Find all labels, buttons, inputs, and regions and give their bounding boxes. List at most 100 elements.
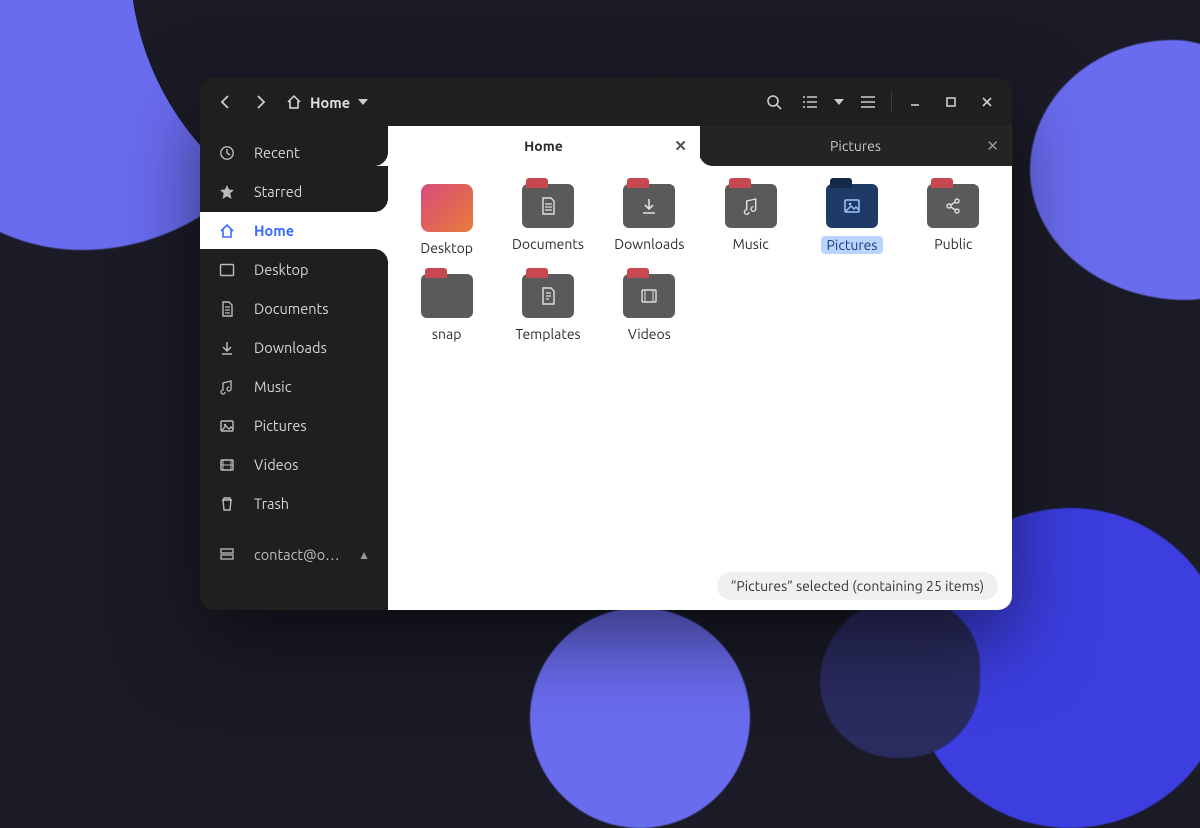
chevron-right-icon: [256, 95, 266, 109]
sidebar-item-label: Pictures: [254, 417, 307, 434]
trash-icon: [218, 496, 236, 512]
file-label: Pictures: [821, 236, 884, 254]
forward-button[interactable]: [244, 85, 278, 119]
server-icon: [218, 547, 236, 563]
sidebar: Recent Starred Home Desktop Documents Do…: [200, 126, 388, 610]
file-label: Documents: [512, 236, 584, 252]
path-bar[interactable]: Home: [280, 94, 374, 111]
background-blob: [530, 608, 750, 828]
minimize-button[interactable]: [898, 85, 932, 119]
sidebar-item-label: Documents: [254, 300, 329, 317]
main-column: Home ✕ Pictures ✕ Desktop Documents Downlo…: [388, 126, 1012, 610]
folder-icon: [421, 274, 473, 318]
sidebar-item-desktop[interactable]: Desktop: [200, 251, 388, 288]
background-blob: [1030, 40, 1200, 300]
tab-home[interactable]: Home ✕: [388, 126, 700, 166]
maximize-icon: [945, 96, 957, 108]
sidebar-item-label: Home: [254, 222, 294, 239]
file-label: snap: [432, 326, 461, 342]
sidebar-item-mount[interactable]: contact@o… ▲: [200, 536, 388, 573]
hamburger-icon: [860, 95, 876, 109]
music-icon: [218, 379, 236, 395]
star-icon: [218, 184, 236, 200]
file-manager-window: Home: [200, 78, 1012, 610]
view-list-button[interactable]: [793, 85, 827, 119]
sidebar-item-label: contact@o…: [254, 546, 340, 563]
chevron-down-icon: [834, 99, 844, 105]
close-button[interactable]: [970, 85, 1004, 119]
tab-strip: Home ✕ Pictures ✕: [388, 126, 1012, 166]
sidebar-item-trash[interactable]: Trash: [200, 485, 388, 522]
home-icon: [218, 223, 236, 239]
view-options-button[interactable]: [829, 85, 849, 119]
file-item[interactable]: Documents: [501, 184, 594, 256]
search-button[interactable]: [757, 85, 791, 119]
maximize-button[interactable]: [934, 85, 968, 119]
hamburger-menu-button[interactable]: [851, 85, 885, 119]
document-icon: [218, 301, 236, 317]
file-label: Public: [934, 236, 972, 252]
file-item[interactable]: Music: [704, 184, 797, 256]
divider: [891, 91, 892, 113]
folder-icon: [725, 184, 777, 228]
eject-icon[interactable]: ▲: [358, 548, 370, 562]
titlebar: Home: [200, 78, 1012, 126]
tab-label: Home: [524, 138, 563, 154]
file-item[interactable]: snap: [400, 274, 493, 342]
file-label: Music: [733, 236, 769, 252]
content-pane[interactable]: Desktop Documents Downloads Music Pictures Pu…: [388, 166, 1012, 610]
sidebar-item-recent[interactable]: Recent: [200, 134, 388, 171]
back-button[interactable]: [208, 85, 242, 119]
file-label: Downloads: [614, 236, 684, 252]
folder-icon: [826, 184, 878, 228]
sidebar-item-music[interactable]: Music: [200, 368, 388, 405]
desktop-icon: [421, 184, 473, 232]
file-item[interactable]: Downloads: [603, 184, 696, 256]
file-grid: Desktop Documents Downloads Music Pictures Pu…: [400, 184, 1000, 342]
home-icon: [286, 94, 302, 110]
minimize-icon: [909, 96, 921, 108]
sidebar-item-home[interactable]: Home: [200, 212, 408, 249]
download-icon: [218, 340, 236, 356]
folder-icon: [623, 274, 675, 318]
file-item[interactable]: Pictures: [805, 184, 898, 256]
file-item[interactable]: Videos: [603, 274, 696, 342]
chevron-down-icon: [358, 99, 368, 105]
desktop-icon: [218, 262, 236, 278]
tab-close-button[interactable]: ✕: [674, 137, 687, 155]
file-item[interactable]: Desktop: [400, 184, 493, 256]
status-bar: “Pictures” selected (containing 25 items…: [717, 572, 998, 600]
window-body: Recent Starred Home Desktop Documents Do…: [200, 126, 1012, 610]
sidebar-item-pictures[interactable]: Pictures: [200, 407, 388, 444]
file-item[interactable]: Public: [907, 184, 1000, 256]
tab-pictures[interactable]: Pictures ✕: [700, 126, 1012, 166]
list-icon: [802, 95, 818, 109]
breadcrumb-location: Home: [310, 94, 350, 111]
folder-icon: [927, 184, 979, 228]
close-icon: [981, 96, 993, 108]
folder-icon: [522, 184, 574, 228]
status-text: “Pictures” selected (containing 25 items…: [731, 578, 984, 594]
sidebar-item-documents[interactable]: Documents: [200, 290, 388, 327]
sidebar-item-label: Desktop: [254, 261, 308, 278]
file-label: Templates: [515, 326, 580, 342]
chevron-left-icon: [220, 95, 230, 109]
picture-icon: [218, 418, 236, 434]
sidebar-item-label: Downloads: [254, 339, 327, 356]
sidebar-item-downloads[interactable]: Downloads: [200, 329, 388, 366]
clock-icon: [218, 145, 236, 161]
background-blob: [820, 598, 980, 758]
sidebar-item-label: Starred: [254, 183, 302, 200]
file-item[interactable]: Templates: [501, 274, 594, 342]
sidebar-item-label: Recent: [254, 144, 300, 161]
file-label: Desktop: [420, 240, 473, 256]
folder-icon: [623, 184, 675, 228]
tab-label: Pictures: [830, 138, 881, 154]
sidebar-item-label: Music: [254, 378, 291, 395]
sidebar-item-label: Videos: [254, 456, 298, 473]
sidebar-item-starred[interactable]: Starred: [200, 173, 388, 210]
sidebar-item-videos[interactable]: Videos: [200, 446, 388, 483]
video-icon: [218, 457, 236, 473]
tab-close-button[interactable]: ✕: [986, 137, 999, 155]
search-icon: [766, 94, 782, 110]
